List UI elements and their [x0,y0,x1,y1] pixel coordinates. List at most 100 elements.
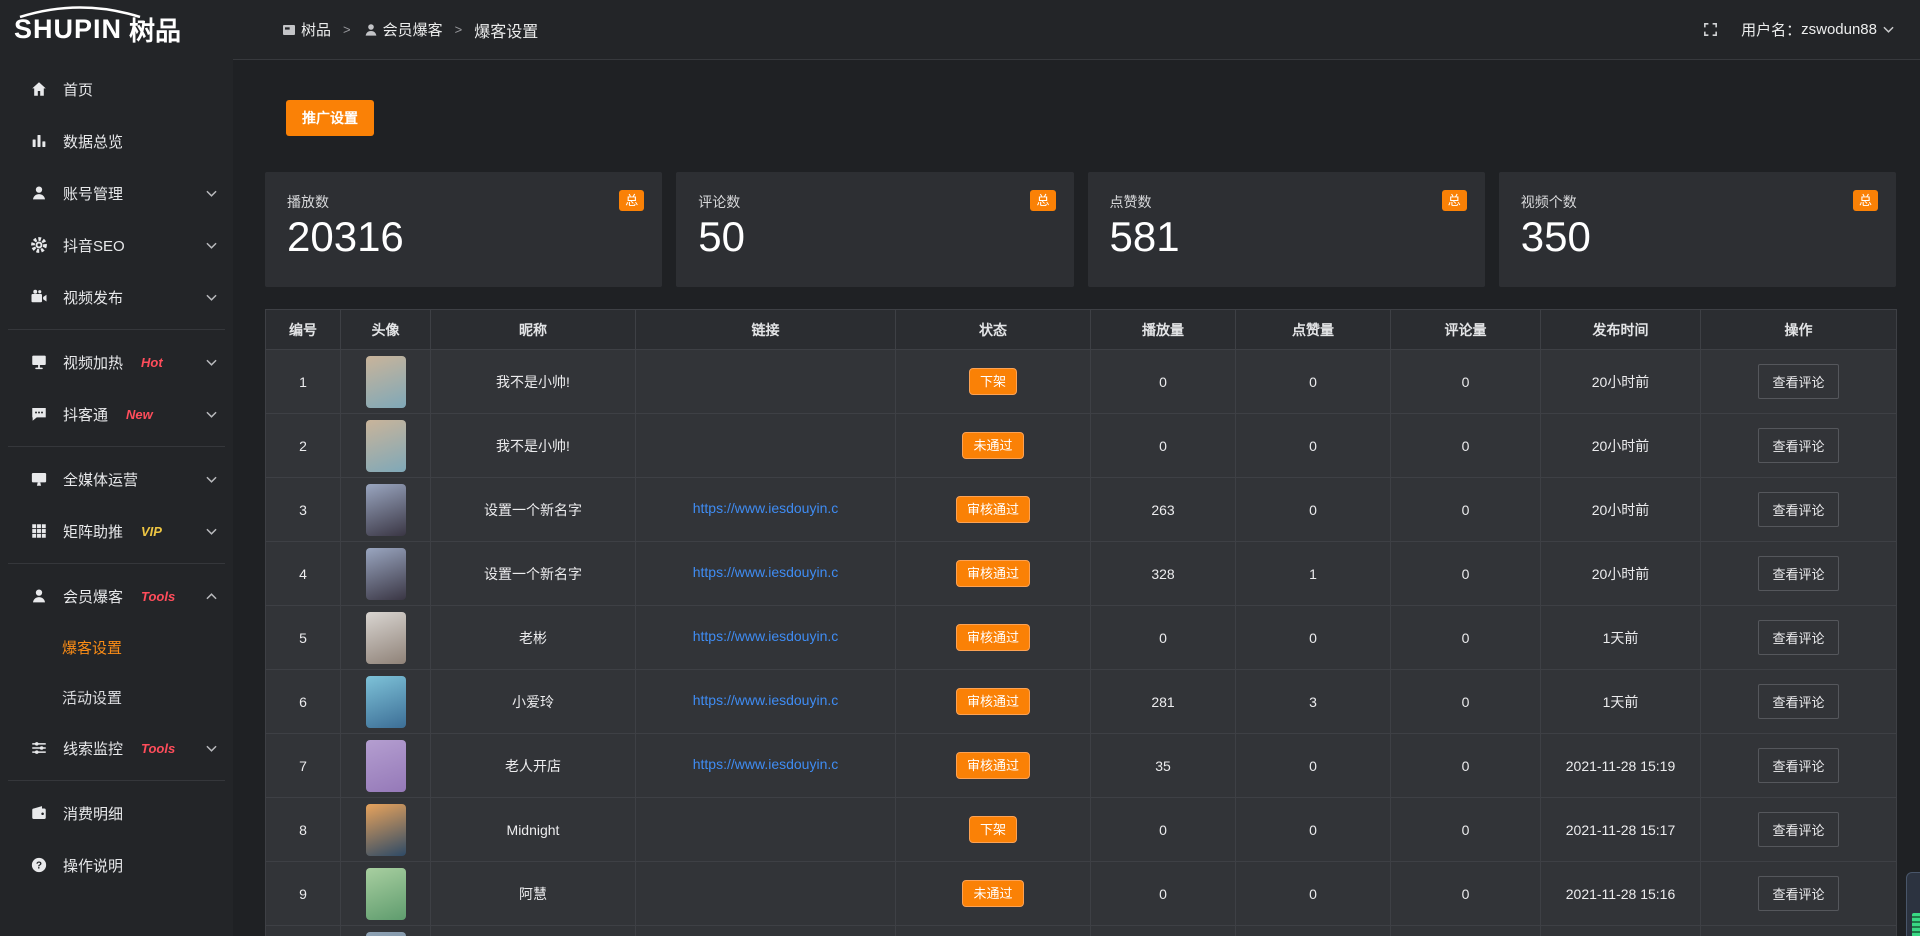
cell-action: 查看评论 [1701,798,1897,862]
avatar [366,420,406,472]
sidebar-item-account-management[interactable]: 账号管理 [0,167,233,219]
chevron-down-icon [206,294,217,301]
cell-comments: 0 [1391,606,1541,670]
cell-status: 未通过 [896,862,1091,926]
cell-id: 7 [266,734,341,798]
stat-card-label: 评论数 [698,192,1055,212]
cell-action: 查看评论 [1701,478,1897,542]
breadcrumb: 树品>会员爆客>爆客设置 [281,18,538,42]
cell-link [636,798,896,862]
sidebar-item-label: 账号管理 [63,183,123,204]
breadcrumb-item-shupin[interactable]: 树品 [281,19,331,40]
user-menu[interactable]: 用户名： zswodun88 [1741,19,1894,40]
promotion-settings-button[interactable]: 推广设置 [286,100,374,136]
cell-action: 查看评论 [1701,734,1897,798]
sliders-icon [30,739,48,757]
sidebar-nav: 首页数据总览账号管理抖音SEO视频发布视频加热Hot抖客通New 全媒体运营矩阵助… [0,59,233,891]
table-header-cell: 评论量 [1391,310,1541,350]
sidebar-item-data-overview[interactable]: 数据总览 [0,115,233,167]
logo-arc-icon [16,6,144,18]
sidebar-item-douketong[interactable]: 抖客通New [0,388,233,440]
view-comments-button[interactable]: 查看评论 [1758,876,1838,911]
view-comments-button[interactable]: 查看评论 [1758,428,1838,463]
table-header-cell: 发布时间 [1541,310,1701,350]
cell-plays: 0 [1091,862,1236,926]
cell-likes: 1 [1236,542,1391,606]
cell-avatar [341,926,431,936]
sidebar-item-video-heat[interactable]: 视频加热Hot [0,336,233,388]
sidebar-item-video-publish[interactable]: 视频发布 [0,271,233,323]
sidebar-item-omni-media[interactable]: 全媒体运营 [0,453,233,505]
cell-id: 4 [266,542,341,606]
view-comments-button[interactable]: 查看评论 [1758,620,1838,655]
chevron-down-icon [206,528,217,535]
status-badge: 下架 [969,816,1017,844]
sidebar-item-douyin-seo[interactable]: 抖音SEO [0,219,233,271]
breadcrumb-item-member-burst[interactable]: 会员爆客 [363,19,443,40]
view-comments-button[interactable]: 查看评论 [1758,492,1838,527]
sidebar-item-label: 操作说明 [63,855,123,876]
sidebar-item-member-burst[interactable]: 会员爆客Tools [0,570,233,622]
cell-plays: 328 [1091,542,1236,606]
total-badge: 总 [1442,190,1467,211]
cell-time [1541,926,1701,936]
cell-avatar [341,478,431,542]
stat-card-label: 播放数 [287,192,644,212]
sidebar-divider [8,446,225,447]
cell-status: 审核通过 [896,606,1091,670]
cell-likes: 0 [1236,414,1391,478]
video-link[interactable]: https://www.iesdouyin.c [693,628,839,644]
video-link[interactable]: https://www.iesdouyin.c [693,692,839,708]
grid-icon [30,522,48,540]
cell-nickname: 设置一个新名字 [431,478,636,542]
cell-time: 2021-11-28 15:16 [1541,862,1701,926]
breadcrumb-item-burst-settings[interactable]: 爆客设置 [474,18,538,42]
cell-nickname: 老人开店 [431,734,636,798]
chat-icon [30,405,48,423]
chevron-up-icon [206,593,217,600]
cell-action: 查看评论 [1701,542,1897,606]
view-comments-button[interactable]: 查看评论 [1758,556,1838,591]
cell-nickname [431,926,636,936]
sidebar-divider [8,329,225,330]
chevron-down-icon [1883,26,1894,33]
cell-id [266,926,341,936]
view-comments-button[interactable]: 查看评论 [1758,812,1838,847]
chevron-down-icon [206,359,217,366]
table-header-cell: 播放量 [1091,310,1236,350]
view-comments-button[interactable]: 查看评论 [1758,364,1838,399]
cell-time: 20小时前 [1541,478,1701,542]
cell-time: 2021-11-28 15:19 [1541,734,1701,798]
sidebar-item-label: 视频加热 [63,352,123,373]
sidebar-item-clue-monitor[interactable]: 线索监控Tools [0,722,233,774]
sidebar-subitem-burst-settings[interactable]: 爆客设置 [0,622,233,672]
cell-time: 2021-11-28 15:17 [1541,798,1701,862]
cell-link: https://www.iesdouyin.c [636,478,896,542]
video-link[interactable]: https://www.iesdouyin.c [693,500,839,516]
stat-card-value: 50 [698,214,1055,260]
stat-card-likes: 点赞数581总 [1088,172,1485,287]
table-row [266,926,1897,936]
fullscreen-icon[interactable] [1702,21,1719,38]
status-badge: 下架 [969,368,1017,396]
view-comments-button[interactable]: 查看评论 [1758,748,1838,783]
wallet-icon [30,804,48,822]
table-row: 5老彬https://www.iesdouyin.c审核通过0001天前查看评论 [266,606,1897,670]
view-comments-button[interactable]: 查看评论 [1758,684,1838,719]
username-label: 用户名： [1741,19,1801,40]
cell-avatar [341,606,431,670]
sidebar-subitem-activity-settings[interactable]: 活动设置 [0,672,233,722]
cell-nickname: 设置一个新名字 [431,542,636,606]
video-link[interactable]: https://www.iesdouyin.c [693,756,839,772]
sidebar-item-home[interactable]: 首页 [0,63,233,115]
sidebar-item-operation-guide[interactable]: ? 操作说明 [0,839,233,891]
sidebar-item-matrix-boost[interactable]: 矩阵助推VIP [0,505,233,557]
video-link[interactable]: https://www.iesdouyin.c [693,564,839,580]
cell-avatar [341,350,431,414]
help-icon: ? [30,856,48,874]
cell-status: 未通过 [896,414,1091,478]
floating-widget[interactable] [1906,872,1920,936]
table-row: 8Midnight下架0002021-11-28 15:17查看评论 [266,798,1897,862]
gear-icon [30,236,48,254]
sidebar-item-consumption-details[interactable]: 消费明细 [0,787,233,839]
